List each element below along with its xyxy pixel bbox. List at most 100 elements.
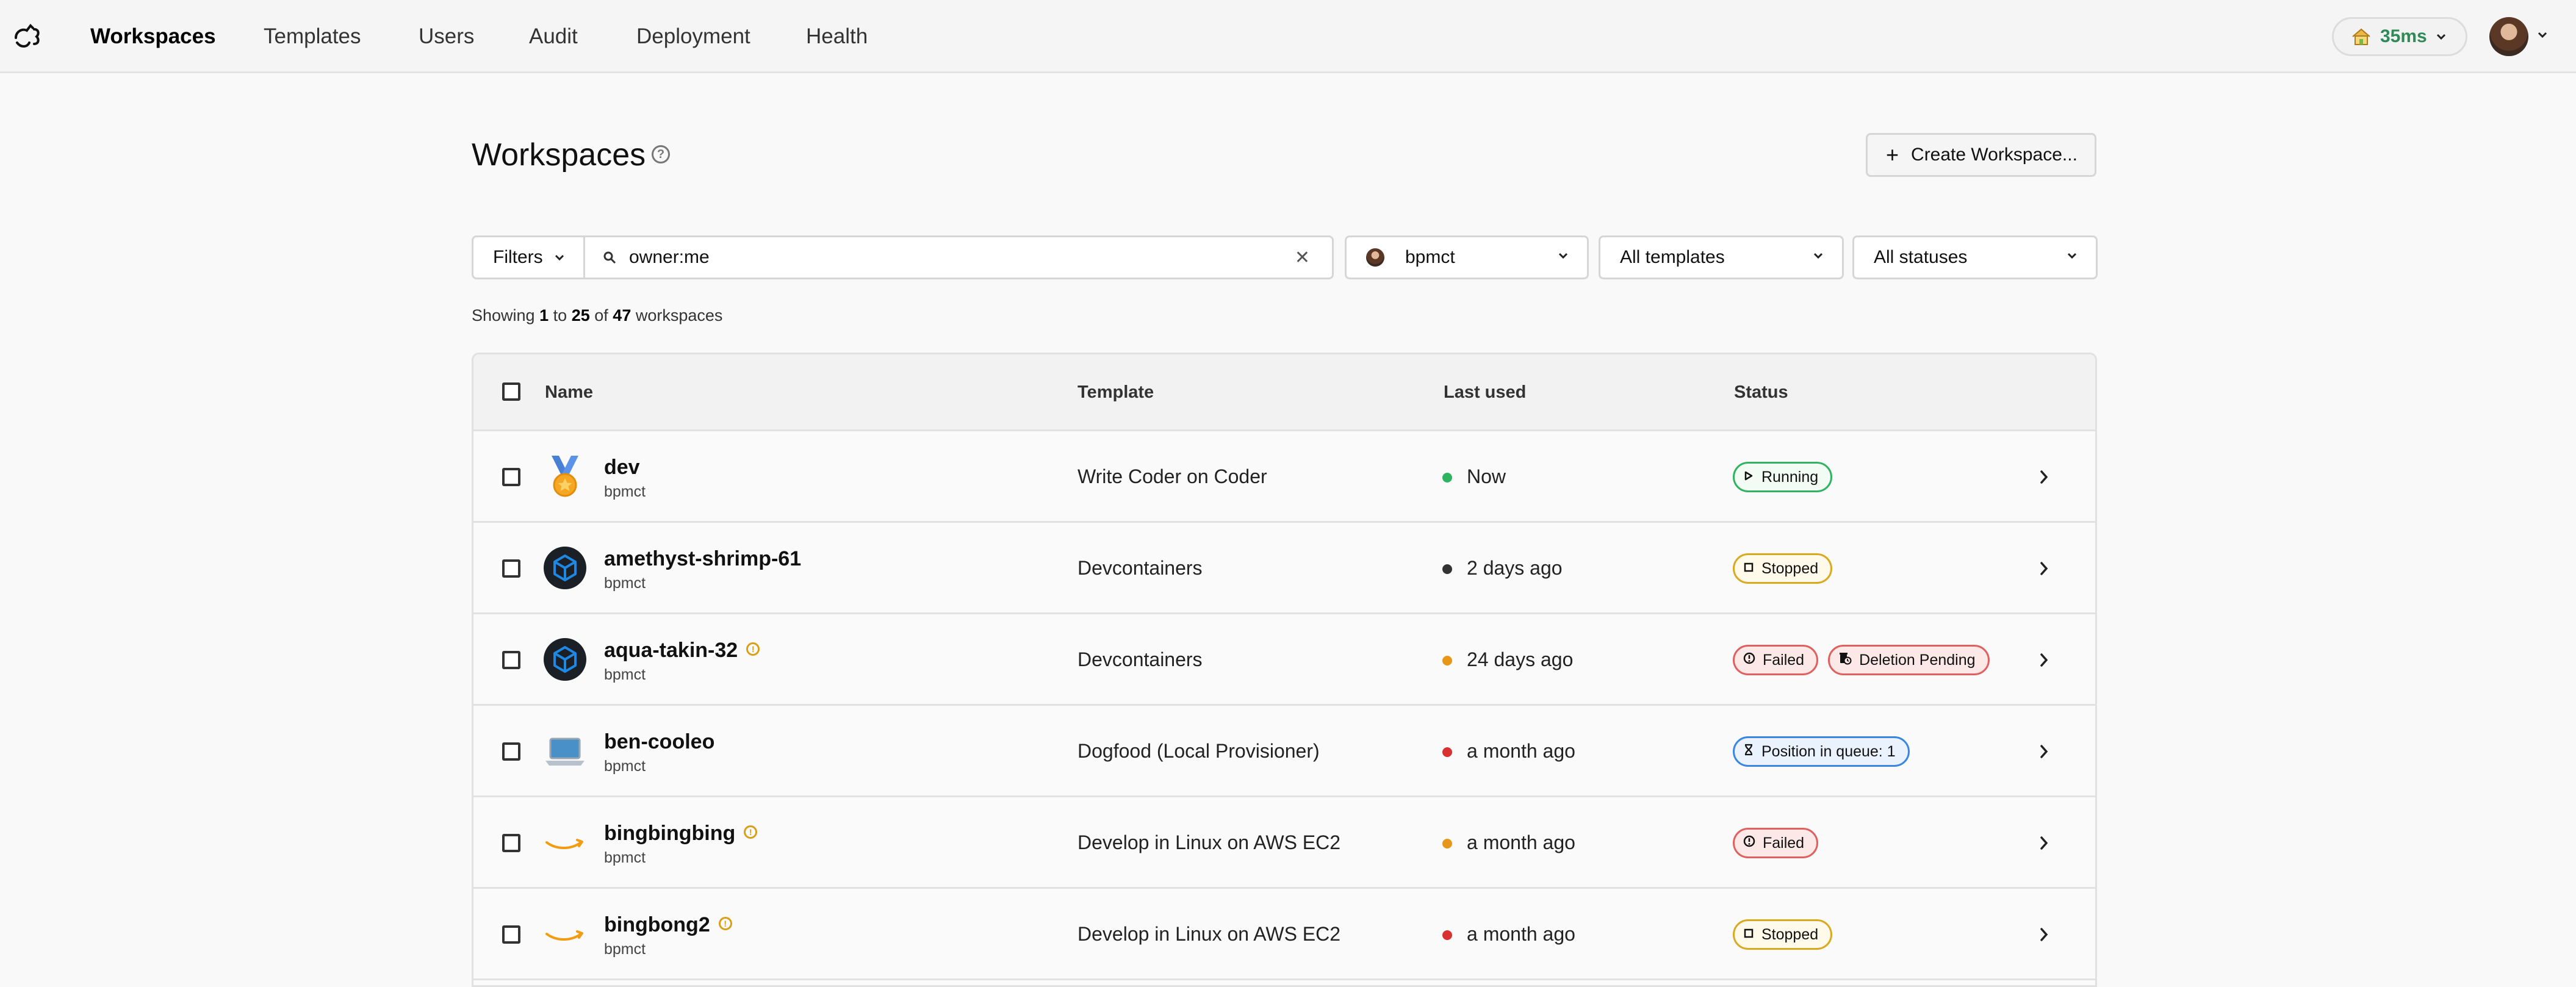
workspace-last-used: a month ago xyxy=(1467,831,1575,853)
status-select[interactable]: All statuses xyxy=(1852,235,2098,279)
chevron-right-icon[interactable] xyxy=(2039,927,2049,942)
workspace-name-label: dev xyxy=(604,456,640,479)
chevron-down-icon xyxy=(1558,252,1569,259)
status-badge: Stopped xyxy=(1733,553,1833,584)
workspace-name[interactable]: ben-cooleo xyxy=(604,729,714,755)
workspace-name[interactable]: aqua-takin-32! xyxy=(604,637,760,663)
table-row[interactable]: aqua-takin-32! bpmct Devcontainers 24 days … xyxy=(473,614,2095,706)
medal-icon xyxy=(543,454,587,498)
workspace-owner: bpmct xyxy=(604,666,646,683)
workspace-owner: bpmct xyxy=(604,483,646,500)
warning-icon[interactable]: ! xyxy=(746,642,760,656)
row-checkbox[interactable] xyxy=(502,834,520,852)
hourglass-icon xyxy=(1743,744,1754,759)
region-house-icon xyxy=(2352,28,2370,45)
aws-smile-icon xyxy=(543,820,587,864)
workspace-last-used: a month ago xyxy=(1467,740,1575,762)
chevron-down-icon xyxy=(1813,252,1824,259)
status-badges: Running xyxy=(1733,462,1833,492)
latency-value: 35ms xyxy=(2380,26,2427,46)
select-all-checkbox[interactable] xyxy=(502,382,520,401)
filters-label: Filters xyxy=(493,247,543,267)
chevron-down-icon xyxy=(2067,252,2078,259)
status-badge: Stopped xyxy=(1733,919,1833,950)
workspace-name[interactable]: amethyst-shrimp-61 xyxy=(604,546,801,572)
workspace-template: Dogfood (Local Provisioner) xyxy=(1078,740,1320,762)
status-select-value: All statuses xyxy=(1874,247,1968,267)
nav-templates[interactable]: Templates xyxy=(264,23,361,50)
stop-icon xyxy=(1743,927,1754,942)
devcontainer-cube-icon xyxy=(543,637,587,681)
chevron-down-icon[interactable] xyxy=(2537,31,2548,41)
workspace-name[interactable]: bingbingbing! xyxy=(604,820,758,846)
nav-users[interactable]: Users xyxy=(419,23,474,50)
workspaces-table: Name Template Last used Status dev bpmct W… xyxy=(472,353,2097,987)
workspace-last-used: 2 days ago xyxy=(1467,557,1563,579)
row-checkbox[interactable] xyxy=(502,559,520,578)
column-header-name: Name xyxy=(545,382,593,402)
last-used-status-dot xyxy=(1442,564,1452,574)
trash-clock-icon xyxy=(1838,651,1852,669)
chevron-right-icon[interactable] xyxy=(2039,835,2049,851)
workspace-owner: bpmct xyxy=(604,758,646,775)
workspace-name[interactable]: bingbong2! xyxy=(604,912,732,938)
nav-audit[interactable]: Audit xyxy=(529,23,578,50)
error-circle-icon xyxy=(1743,835,1755,851)
last-used-status-dot xyxy=(1442,473,1452,483)
template-select[interactable]: All templates xyxy=(1599,235,1844,279)
nav-deployment[interactable]: Deployment xyxy=(636,23,750,50)
stop-icon xyxy=(1743,561,1754,576)
workspace-last-used: a month ago xyxy=(1467,923,1575,945)
table-row[interactable]: bingbong2! bpmct Develop in Linux on AWS E… xyxy=(473,889,2095,980)
last-used-status-dot xyxy=(1442,930,1452,940)
warning-icon[interactable]: ! xyxy=(718,917,732,931)
chevron-right-icon[interactable] xyxy=(2039,561,2049,576)
search-icon xyxy=(603,251,616,264)
row-checkbox[interactable] xyxy=(502,468,520,486)
workspace-template: Develop in Linux on AWS EC2 xyxy=(1078,831,1341,853)
chevron-right-icon[interactable] xyxy=(2039,469,2049,485)
row-checkbox[interactable] xyxy=(502,651,520,669)
status-badge-label: Stopped xyxy=(1761,925,1819,943)
nav-workspaces[interactable]: Workspaces xyxy=(90,23,216,50)
table-row[interactable]: dev bpmct Write Coder on Coder Now Running xyxy=(473,431,2095,523)
row-checkbox[interactable] xyxy=(502,742,520,761)
plus-icon: + xyxy=(1886,142,1899,167)
workspace-search-box: ✕ xyxy=(583,235,1334,279)
nav-health[interactable]: Health xyxy=(806,23,868,50)
create-workspace-label: Create Workspace... xyxy=(1911,145,2078,165)
create-workspace-button[interactable]: + Create Workspace... xyxy=(1866,133,2096,177)
workspace-name-label: aqua-takin-32 xyxy=(604,639,738,662)
status-badge-label: Deletion Pending xyxy=(1859,651,1976,669)
table-row[interactable]: ben-cooleo bpmct Dogfood (Local Provisione… xyxy=(473,706,2095,797)
chevron-right-icon[interactable] xyxy=(2039,652,2049,668)
error-circle-icon xyxy=(1743,652,1755,668)
table-row[interactable]: bingbingbing! bpmct Develop in Linux on AW… xyxy=(473,797,2095,889)
warning-icon[interactable]: ! xyxy=(744,825,758,839)
user-avatar[interactable] xyxy=(2489,17,2528,56)
filters-menu-button[interactable]: Filters xyxy=(472,235,585,279)
last-used-status-dot xyxy=(1442,747,1452,757)
status-badges: Failed Deletion Pending xyxy=(1733,645,1990,675)
workspace-name[interactable]: dev xyxy=(604,454,640,480)
proxy-latency-button[interactable]: 35ms xyxy=(2332,17,2467,56)
chevron-right-icon[interactable] xyxy=(2039,744,2049,759)
row-checkbox[interactable] xyxy=(502,925,520,944)
table-row[interactable]: amethyst-shrimp-61 bpmct Devcontainers 2 da… xyxy=(473,523,2095,614)
workspace-template: Develop in Linux on AWS EC2 xyxy=(1078,923,1341,945)
table-header: Name Template Last used Status xyxy=(473,354,2095,431)
owner-avatar xyxy=(1366,248,1384,267)
workspace-owner: bpmct xyxy=(604,575,646,592)
owner-select[interactable]: bpmct xyxy=(1345,235,1589,279)
coder-logo-icon[interactable] xyxy=(12,20,44,54)
template-select-value: All templates xyxy=(1620,247,1725,267)
workspace-name-label: bingbingbing xyxy=(604,822,736,845)
status-badge: Failed xyxy=(1733,645,1819,675)
status-badge-label: Position in queue: 1 xyxy=(1761,742,1896,760)
clear-search-icon[interactable]: ✕ xyxy=(1295,248,1310,268)
status-badge-label: Failed xyxy=(1763,651,1805,669)
search-input[interactable] xyxy=(629,247,1264,268)
laptop-icon xyxy=(543,729,587,773)
status-badge: Running xyxy=(1733,462,1833,492)
help-icon[interactable]: ? xyxy=(652,145,670,163)
